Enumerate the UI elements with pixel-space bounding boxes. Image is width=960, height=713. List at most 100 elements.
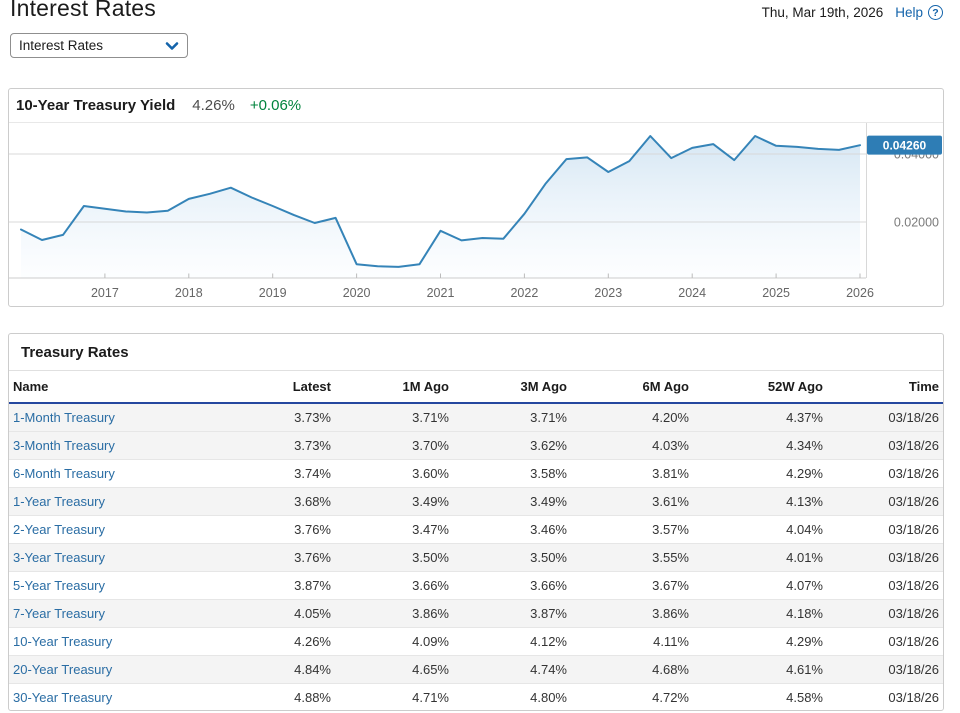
rate-cell: 3.61% <box>575 488 697 516</box>
rate-cell: 3.76% <box>277 516 339 544</box>
time-cell: 03/18/26 <box>831 628 943 656</box>
rate-cell: 3.66% <box>457 572 575 600</box>
treasury-name-link[interactable]: 30-Year Treasury <box>13 690 112 705</box>
rate-cell: 3.73% <box>277 403 339 432</box>
rate-cell: 3.47% <box>339 516 457 544</box>
treasury-name-link[interactable]: 20-Year Treasury <box>13 662 112 677</box>
time-cell: 03/18/26 <box>831 488 943 516</box>
rate-cell: 3.87% <box>277 572 339 600</box>
rate-cell: 4.13% <box>697 488 831 516</box>
rate-cell: 4.71% <box>339 684 457 712</box>
rate-cell: 3.68% <box>277 488 339 516</box>
column-header-6m-ago: 6M Ago <box>575 371 697 403</box>
rate-cell: 4.26% <box>277 628 339 656</box>
name-cell: 2-Year Treasury <box>9 516 277 544</box>
table-row: 7-Year Treasury4.05%3.86%3.87%3.86%4.18%… <box>9 600 943 628</box>
treasury-name-link[interactable]: 7-Year Treasury <box>13 606 105 621</box>
y-tick-label: 0.02000 <box>894 216 939 230</box>
x-tick-label: 2024 <box>678 286 706 300</box>
chevron-down-icon <box>165 41 179 51</box>
name-cell: 5-Year Treasury <box>9 572 277 600</box>
rate-cell: 3.57% <box>575 516 697 544</box>
table-row: 1-Year Treasury3.68%3.49%3.49%3.61%4.13%… <box>9 488 943 516</box>
time-cell: 03/18/26 <box>831 432 943 460</box>
rate-cell: 4.72% <box>575 684 697 712</box>
rate-cell: 4.68% <box>575 656 697 684</box>
current-value-badge-label: 0.04260 <box>883 139 927 153</box>
rate-cell: 3.86% <box>339 600 457 628</box>
rate-cell: 3.60% <box>339 460 457 488</box>
rate-cell: 4.65% <box>339 656 457 684</box>
treasury-name-link[interactable]: 1-Year Treasury <box>13 494 105 509</box>
treasury-name-link[interactable]: 3-Year Treasury <box>13 550 105 565</box>
time-cell: 03/18/26 <box>831 516 943 544</box>
treasury-name-link[interactable]: 10-Year Treasury <box>13 634 112 649</box>
treasury-rates-card: Treasury Rates NameLatest1M Ago3M Ago6M … <box>8 333 944 711</box>
time-cell: 03/18/26 <box>831 656 943 684</box>
rate-cell: 3.70% <box>339 432 457 460</box>
treasury-name-link[interactable]: 3-Month Treasury <box>13 438 115 453</box>
rate-cell: 4.74% <box>457 656 575 684</box>
rate-cell: 4.04% <box>697 516 831 544</box>
table-row: 20-Year Treasury4.84%4.65%4.74%4.68%4.61… <box>9 656 943 684</box>
table-row: 3-Month Treasury3.73%3.70%3.62%4.03%4.34… <box>9 432 943 460</box>
rate-cell: 4.29% <box>697 460 831 488</box>
x-tick-label: 2025 <box>762 286 790 300</box>
chart-title-row: 10-Year Treasury Yield 4.26% +0.06% <box>9 89 943 123</box>
treasury-name-link[interactable]: 2-Year Treasury <box>13 522 105 537</box>
x-tick-label: 2026 <box>846 286 874 300</box>
header-right: Thu, Mar 19th, 2026 Help ? <box>762 5 943 20</box>
table-row: 5-Year Treasury3.87%3.66%3.66%3.67%4.07%… <box>9 572 943 600</box>
treasury-name-link[interactable]: 1-Month Treasury <box>13 410 115 425</box>
rate-cell: 3.76% <box>277 544 339 572</box>
time-cell: 03/18/26 <box>831 403 943 432</box>
rate-cell: 4.88% <box>277 684 339 712</box>
treasury-yield-chart[interactable]: 2017201820192020202120222023202420252026… <box>9 123 943 307</box>
name-cell: 3-Year Treasury <box>9 544 277 572</box>
rate-cell: 3.50% <box>457 544 575 572</box>
rate-cell: 4.12% <box>457 628 575 656</box>
rate-cell: 4.34% <box>697 432 831 460</box>
rate-cell: 4.61% <box>697 656 831 684</box>
rate-cell: 4.37% <box>697 403 831 432</box>
interest-rates-page: Interest Rates Thu, Mar 19th, 2026 Help … <box>0 0 960 713</box>
yield-area <box>21 136 860 278</box>
name-cell: 6-Month Treasury <box>9 460 277 488</box>
category-dropdown[interactable]: Interest Rates <box>10 33 188 58</box>
name-cell: 30-Year Treasury <box>9 684 277 712</box>
x-tick-label: 2020 <box>343 286 371 300</box>
rate-cell: 3.50% <box>339 544 457 572</box>
current-date: Thu, Mar 19th, 2026 <box>762 5 884 20</box>
help-link[interactable]: Help <box>895 5 923 20</box>
name-cell: 10-Year Treasury <box>9 628 277 656</box>
chart-title: 10-Year Treasury Yield <box>16 97 175 114</box>
treasury-name-link[interactable]: 6-Month Treasury <box>13 466 115 481</box>
name-cell: 7-Year Treasury <box>9 600 277 628</box>
table-row: 10-Year Treasury4.26%4.09%4.12%4.11%4.29… <box>9 628 943 656</box>
chart-current-value: 4.26% <box>192 97 235 114</box>
chart-card: 10-Year Treasury Yield 4.26% +0.06% 2017… <box>8 88 944 307</box>
time-cell: 03/18/26 <box>831 684 943 712</box>
rate-cell: 3.71% <box>457 403 575 432</box>
x-tick-label: 2017 <box>91 286 119 300</box>
name-cell: 20-Year Treasury <box>9 656 277 684</box>
help-icon[interactable]: ? <box>928 5 943 20</box>
time-cell: 03/18/26 <box>831 600 943 628</box>
table-row: 3-Year Treasury3.76%3.50%3.50%3.55%4.01%… <box>9 544 943 572</box>
rate-cell: 3.46% <box>457 516 575 544</box>
rate-cell: 4.05% <box>277 600 339 628</box>
column-header-time: Time <box>831 371 943 403</box>
rate-cell: 3.74% <box>277 460 339 488</box>
rate-cell: 4.03% <box>575 432 697 460</box>
chart-change-value: +0.06% <box>250 97 301 114</box>
table-row: 1-Month Treasury3.73%3.71%3.71%4.20%4.37… <box>9 403 943 432</box>
x-tick-label: 2022 <box>510 286 538 300</box>
rate-cell: 3.49% <box>339 488 457 516</box>
rate-cell: 3.71% <box>339 403 457 432</box>
name-cell: 3-Month Treasury <box>9 432 277 460</box>
x-tick-label: 2019 <box>259 286 287 300</box>
rate-cell: 4.18% <box>697 600 831 628</box>
table-header-row: NameLatest1M Ago3M Ago6M Ago52W AgoTime <box>9 371 943 403</box>
rate-cell: 3.67% <box>575 572 697 600</box>
treasury-name-link[interactable]: 5-Year Treasury <box>13 578 105 593</box>
